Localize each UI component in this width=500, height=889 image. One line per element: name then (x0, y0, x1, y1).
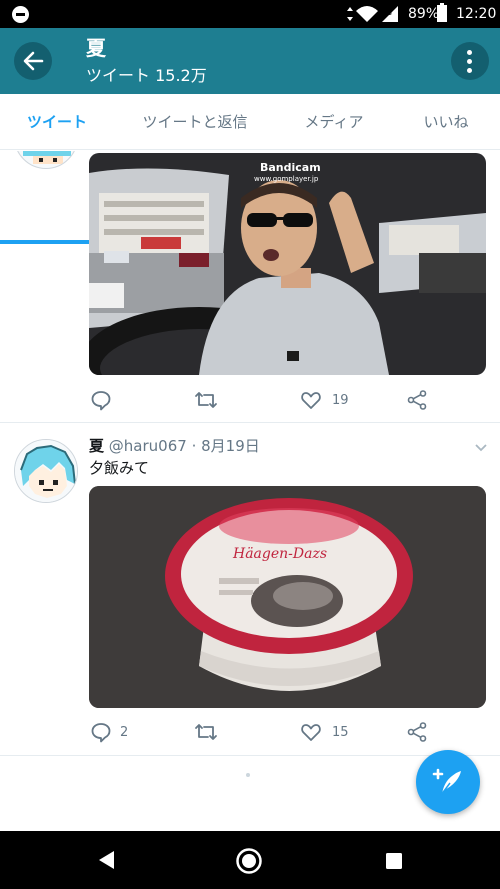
back-button[interactable] (14, 42, 52, 80)
avatar[interactable] (14, 151, 78, 169)
tweet-header: 夏 @haru067 · 8月19日 (89, 436, 260, 456)
tweet-text: 夕飯みて (89, 459, 150, 477)
clock: 12:20 (456, 6, 497, 22)
more-dot-icon (467, 59, 472, 64)
nav-back-icon[interactable] (96, 849, 118, 871)
battery-percent: 89% (408, 6, 440, 22)
avatar[interactable] (14, 439, 78, 503)
pixel-avatar-icon (23, 151, 71, 164)
car-selfie-photo: Bandicam www.gomplayer.jp (89, 153, 486, 375)
compose-tweet-button[interactable] (416, 750, 480, 814)
reply-icon[interactable] (90, 721, 112, 743)
compose-feather-icon (432, 768, 461, 796)
share-icon[interactable] (406, 389, 428, 411)
system-nav-bar (0, 831, 500, 889)
tab-media[interactable]: メディア (284, 94, 384, 150)
like-count: 15 (332, 725, 349, 740)
profile-name: 夏 (86, 36, 106, 60)
share-icon[interactable] (406, 721, 428, 743)
tweet-divider (0, 755, 500, 756)
reply-count: 2 (120, 725, 129, 740)
app-bar: 夏 ツイート 15.2万 (0, 28, 500, 94)
retweet-icon[interactable] (194, 389, 218, 411)
status-bar: 4G 89% 12:20 (0, 0, 500, 28)
tab-likes[interactable]: いいね (404, 94, 488, 150)
more-options-button[interactable] (451, 42, 489, 80)
chevron-down-icon[interactable] (474, 443, 488, 453)
pixel-avatar-icon (15, 440, 77, 502)
svg-text:4G: 4G (382, 9, 392, 17)
like-icon[interactable] (300, 389, 322, 411)
tweet-media-image[interactable]: Bandicam www.gomplayer.jp (89, 153, 486, 375)
tweet-author-name[interactable]: 夏 (89, 437, 104, 455)
profile-tabs: ツイート ツイートと返信 メディア いいね (0, 94, 500, 244)
tweet-divider (0, 422, 500, 423)
like-icon[interactable] (300, 721, 322, 743)
more-dot-icon (467, 68, 472, 73)
nav-home-icon[interactable] (235, 847, 263, 875)
battery-icon (437, 3, 447, 22)
tweet-count: ツイート 15.2万 (86, 66, 207, 85)
more-dot-icon (467, 50, 472, 55)
loading-indicator (246, 773, 250, 777)
watermark-url: www.gomplayer.jp (254, 175, 319, 183)
tweet-feed[interactable]: Bandicam www.gomplayer.jp 19 夏 @haru067 … (0, 151, 500, 831)
signal-icons: 4G (347, 6, 398, 22)
reply-icon[interactable] (90, 389, 112, 411)
tab-tweets-and-replies[interactable]: ツイートと返信 (124, 94, 266, 150)
do-not-disturb-icon (12, 6, 29, 23)
tab-tweets[interactable]: ツイート (0, 94, 114, 150)
retweet-icon[interactable] (194, 721, 218, 743)
watermark-text: Bandicam (260, 161, 321, 174)
nav-recents-icon[interactable] (385, 852, 403, 870)
ice-cream-label: Häagen-Dazs (232, 546, 327, 562)
like-count: 19 (332, 393, 349, 408)
tweet-media-image[interactable]: Häagen-Dazs (89, 486, 486, 708)
ice-cream-cup-photo: Häagen-Dazs (89, 486, 486, 708)
arrow-left-icon (23, 51, 44, 71)
tweet-handle-date[interactable]: @haru067 · 8月19日 (109, 437, 260, 455)
